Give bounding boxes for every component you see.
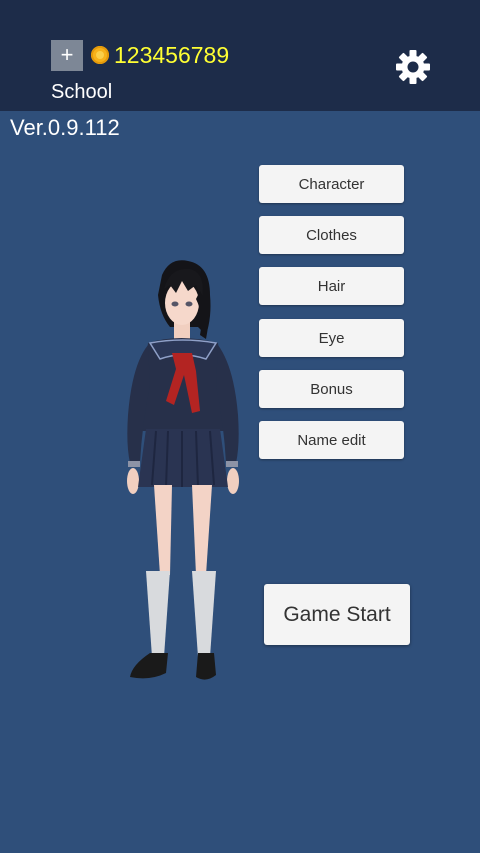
- location-label: School: [51, 81, 113, 103]
- coin-icon: [91, 46, 109, 64]
- settings-button[interactable]: [394, 48, 432, 86]
- name-edit-button[interactable]: Name edit: [259, 421, 404, 459]
- game-start-button[interactable]: Game Start: [264, 584, 410, 645]
- bonus-button[interactable]: Bonus: [259, 370, 404, 408]
- gear-icon: [396, 50, 430, 84]
- character-model: [127, 260, 239, 680]
- eye-button[interactable]: Eye: [259, 319, 404, 357]
- add-coins-button[interactable]: +: [51, 40, 83, 71]
- character-button[interactable]: Character: [259, 165, 404, 203]
- coin-balance: 123456789: [114, 42, 230, 68]
- hair-button[interactable]: Hair: [259, 267, 404, 305]
- clothes-button[interactable]: Clothes: [259, 216, 404, 254]
- version-label: Ver.0.9.112: [10, 115, 120, 140]
